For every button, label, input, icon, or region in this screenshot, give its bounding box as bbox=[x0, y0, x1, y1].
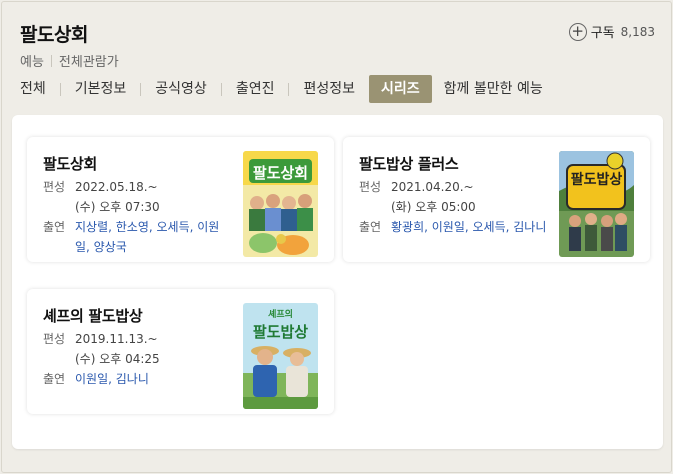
schedule-label: 편성 bbox=[359, 180, 382, 194]
schedule-label: 편성 bbox=[43, 180, 66, 194]
series-card[interactable]: 팔도상회 편성 2022.05.18.~ (수) 오후 07:30 출연 지상렬… bbox=[27, 137, 334, 262]
schedule-time: (수) 오후 04:25 bbox=[75, 352, 160, 366]
tab-schedule[interactable]: 편성정보 bbox=[298, 75, 360, 103]
schedule-row: 편성 2019.11.13.~ bbox=[43, 329, 158, 349]
page-title: 팔도상회 bbox=[20, 24, 88, 46]
series-poster[interactable]: 팔도상회 bbox=[243, 151, 318, 257]
series-poster[interactable]: 팔도밥상 bbox=[559, 151, 634, 257]
tab-related-shows[interactable]: 함께 볼만한 예능 bbox=[439, 75, 548, 103]
cast-row: 출연 이원일, 김나니 bbox=[43, 369, 220, 389]
program-meta: 예능 전체관람가 bbox=[20, 51, 119, 70]
series-title[interactable]: 팔도상회 bbox=[43, 153, 97, 174]
divider bbox=[50, 54, 52, 67]
schedule-row: 편성 2021.04.20.~ bbox=[359, 177, 474, 197]
schedule-time: (수) 오후 07:30 bbox=[75, 200, 160, 214]
cast-links[interactable]: 황광희, 이원일, 오세득, 김나니 bbox=[391, 217, 551, 237]
poster-title-text: 팔도상회 bbox=[253, 164, 308, 182]
poster-title-text: 팔도밥상 bbox=[571, 171, 623, 188]
tab-cast[interactable]: 출연진 bbox=[231, 75, 280, 103]
genre-label: 예능 bbox=[20, 55, 44, 70]
poster-subtitle-text: 셰프의 bbox=[268, 308, 293, 320]
cast-label: 출연 bbox=[43, 220, 66, 234]
subscribe-label[interactable]: 구독 bbox=[591, 22, 615, 41]
tab-bar: 전체 기본정보 공식영상 출연진 편성정보 시리즈 함께 볼만한 예능 bbox=[20, 75, 548, 103]
cast-row: 출연 황광희, 이원일, 오세득, 김나니 bbox=[359, 217, 551, 237]
cast-row: 출연 지상렬, 한소영, 오세득, 이원일, 양상국 bbox=[43, 217, 220, 257]
rating-label: 전체관람가 bbox=[58, 55, 119, 70]
tab-all[interactable]: 전체 bbox=[20, 75, 51, 103]
tab-series[interactable]: 시리즈 bbox=[369, 75, 432, 103]
schedule-label: 편성 bbox=[43, 332, 66, 346]
series-poster[interactable]: 셰프의 팔도밥상 bbox=[243, 303, 318, 409]
subscribe-button[interactable]: + 구독 8,183 bbox=[568, 22, 655, 41]
schedule-row: 편성 2022.05.18.~ bbox=[43, 177, 158, 197]
series-title[interactable]: 셰프의 팔도밥상 bbox=[43, 305, 143, 326]
schedule-time-row: (화) 오후 05:00 bbox=[359, 197, 476, 217]
tab-divider bbox=[59, 82, 61, 96]
schedule-date: 2019.11.13.~ bbox=[75, 332, 158, 346]
tab-divider bbox=[140, 82, 142, 96]
schedule-date: 2022.05.18.~ bbox=[75, 180, 158, 194]
series-title[interactable]: 팔도밥상 플러스 bbox=[359, 153, 459, 174]
series-panel: 팔도상회 편성 2022.05.18.~ (수) 오후 07:30 출연 지상렬… bbox=[12, 115, 663, 449]
schedule-time-row: (수) 오후 04:25 bbox=[43, 349, 160, 369]
poster-title-text: 팔도밥상 bbox=[253, 323, 308, 341]
schedule-time: (화) 오후 05:00 bbox=[391, 200, 476, 214]
tab-divider bbox=[288, 82, 290, 96]
cast-label: 출연 bbox=[43, 372, 66, 386]
plus-icon[interactable]: + bbox=[568, 22, 587, 41]
schedule-date: 2021.04.20.~ bbox=[391, 180, 474, 194]
series-card[interactable]: 팔도밥상 플러스 편성 2021.04.20.~ (화) 오후 05:00 출연… bbox=[343, 137, 650, 262]
cast-links[interactable]: 지상렬, 한소영, 오세득, 이원일, 양상국 bbox=[75, 217, 220, 257]
subscribe-count: 8,183 bbox=[620, 24, 655, 39]
tab-divider bbox=[220, 82, 222, 96]
tab-basic-info[interactable]: 기본정보 bbox=[70, 75, 132, 103]
cast-label: 출연 bbox=[359, 220, 382, 234]
cast-links[interactable]: 이원일, 김나니 bbox=[75, 369, 220, 389]
series-card[interactable]: 셰프의 팔도밥상 편성 2019.11.13.~ (수) 오후 04:25 출연… bbox=[27, 289, 334, 414]
tab-official-videos[interactable]: 공식영상 bbox=[150, 75, 212, 103]
schedule-time-row: (수) 오후 07:30 bbox=[43, 197, 160, 217]
